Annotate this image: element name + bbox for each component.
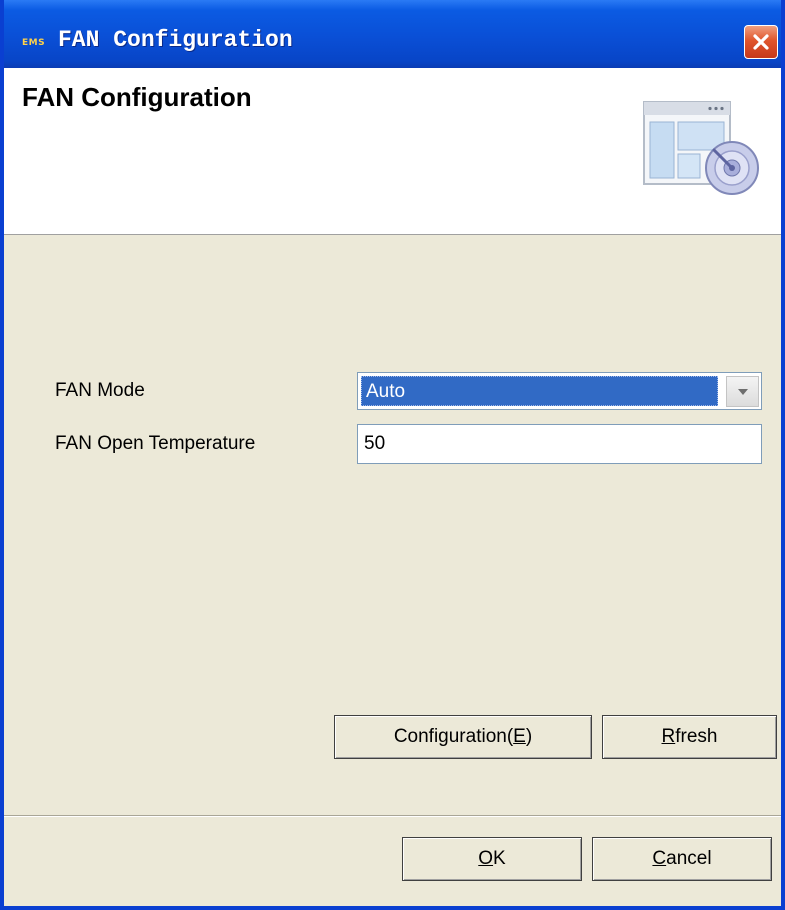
fan-mode-select[interactable]: Auto xyxy=(357,372,762,410)
fan-mode-selected-value[interactable]: Auto xyxy=(361,376,718,406)
refresh-button[interactable]: Rfresh xyxy=(602,715,777,759)
refresh-mnemonic: R xyxy=(661,726,676,747)
page-title: FAN Configuration xyxy=(22,82,252,112)
configuration-button[interactable]: Configuration(E) xyxy=(334,715,592,759)
close-button[interactable] xyxy=(744,25,778,59)
ok-button[interactable]: OK xyxy=(402,837,582,881)
configuration-label-pre: Configuration( xyxy=(393,726,514,747)
header-panel: FAN Configuration xyxy=(4,68,781,235)
fan-mode-label: FAN Mode xyxy=(55,380,145,401)
fan-configuration-dialog: EMS FAN Configuration FAN Configuration … xyxy=(0,0,785,910)
ems-app-icon: EMS xyxy=(22,38,46,48)
title-bar[interactable]: EMS FAN Configuration xyxy=(4,0,781,68)
configuration-mnemonic: E xyxy=(513,726,526,747)
ok-label-rest: K xyxy=(493,848,506,869)
ok-mnemonic: O xyxy=(478,848,494,869)
settings-window-gauge-icon xyxy=(643,101,759,195)
cancel-button[interactable]: Cancel xyxy=(592,837,772,881)
dropdown-button[interactable] xyxy=(726,376,759,407)
footer-separator xyxy=(4,815,781,817)
fan-open-temperature-field[interactable] xyxy=(357,424,762,464)
fan-open-temperature-label: FAN Open Temperature xyxy=(55,433,256,454)
close-icon xyxy=(753,34,769,50)
chevron-down-icon xyxy=(737,388,748,395)
configuration-label-post: ) xyxy=(525,726,533,747)
refresh-label-rest: fresh xyxy=(675,726,718,747)
cancel-mnemonic: C xyxy=(652,848,667,869)
cancel-label-rest: ancel xyxy=(666,848,712,869)
window-title: FAN Configuration xyxy=(58,27,293,53)
